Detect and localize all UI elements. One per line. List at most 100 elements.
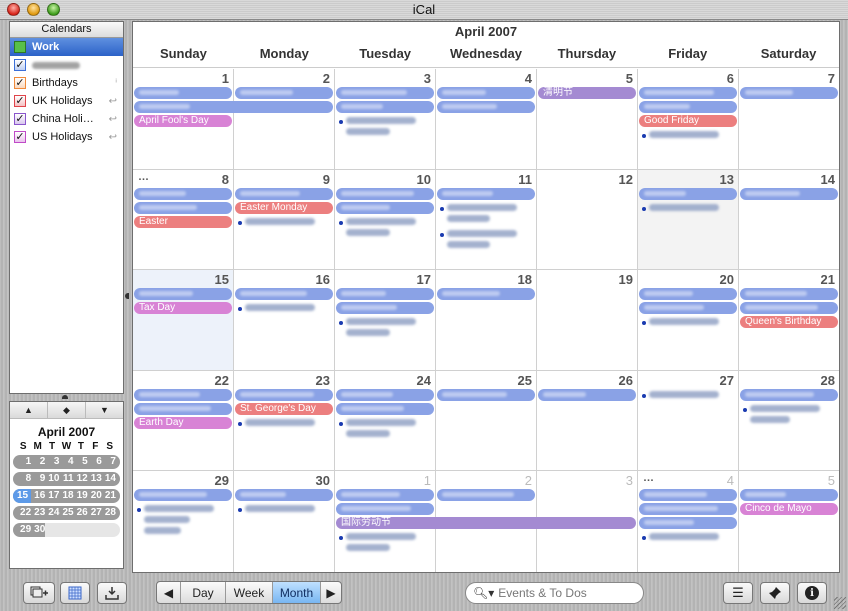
day-cell[interactable]: 13 [638, 169, 739, 270]
sidebar-resize-handle[interactable] [125, 293, 129, 299]
day-cell[interactable]: 4… [638, 471, 739, 572]
all-day-event[interactable] [134, 187, 232, 200]
holiday-event[interactable]: Tax Day [134, 302, 232, 315]
all-day-event[interactable] [639, 101, 737, 113]
all-day-event[interactable] [437, 489, 535, 502]
day-cell[interactable]: 9 Easter Monday [234, 169, 335, 270]
all-day-event[interactable] [437, 187, 535, 200]
timed-event[interactable] [238, 418, 315, 426]
all-day-event[interactable] [134, 288, 232, 301]
all-day-event[interactable] [437, 101, 535, 113]
all-day-event[interactable] [740, 187, 838, 200]
all-day-event[interactable] [134, 489, 232, 502]
holiday-event[interactable]: 国际劳动节 [336, 517, 636, 530]
window-resize-grip[interactable] [834, 597, 846, 609]
day-cell[interactable]: 5 清明节 [537, 69, 638, 169]
timed-event[interactable] [339, 117, 416, 135]
timed-event[interactable] [440, 229, 517, 248]
all-day-event[interactable] [740, 288, 838, 301]
timed-event[interactable] [440, 203, 517, 222]
all-day-event[interactable] [134, 388, 232, 401]
mini-prev-month-button[interactable]: ▲ [10, 402, 48, 418]
day-cell[interactable]: 2 [234, 69, 335, 169]
all-day-event[interactable] [336, 201, 434, 214]
all-day-event[interactable] [336, 489, 434, 502]
all-day-event[interactable] [134, 201, 232, 214]
mini-day[interactable]: 29 [17, 523, 31, 537]
search-icon[interactable]: 🔍︎▾ [473, 586, 494, 600]
mini-day[interactable]: 17 [45, 489, 59, 503]
mini-day[interactable]: 14 [102, 472, 116, 486]
mini-day[interactable]: 12 [74, 472, 88, 486]
timed-event[interactable] [339, 217, 416, 236]
mini-day[interactable]: 28 [102, 506, 116, 520]
day-cell[interactable]: 1 国际劳动节 [335, 471, 636, 572]
calendar-item[interactable]: ✓ UK Holidays ↩ [10, 92, 123, 110]
day-cell[interactable]: 21 Queen's Birthday [739, 270, 839, 370]
day-cell[interactable]: 19 [537, 270, 638, 370]
day-cell[interactable]: 20 [638, 270, 739, 370]
mini-day[interactable]: 30 [31, 523, 45, 537]
day-cell[interactable]: 7 [739, 69, 839, 169]
all-day-event[interactable] [639, 87, 737, 99]
mini-day[interactable]: 19 [74, 489, 88, 503]
timed-event[interactable] [137, 505, 214, 535]
day-cell[interactable]: 5 Cinco de Mayo [739, 471, 839, 572]
all-day-event[interactable] [740, 388, 838, 401]
calendar-checkbox[interactable]: ✓ [14, 95, 26, 107]
mini-day[interactable]: 4 [59, 455, 74, 469]
timed-event[interactable] [642, 131, 719, 138]
tab-day[interactable]: Day [181, 582, 226, 603]
mini-day[interactable]: 21 [102, 489, 116, 503]
calendar-item[interactable]: ✓ China Holi… ↩ [10, 110, 123, 128]
holiday-event[interactable]: Earth Day [134, 416, 232, 429]
show-mini-calendar-button[interactable] [60, 582, 90, 604]
timed-event[interactable] [339, 533, 416, 552]
all-day-event[interactable] [134, 101, 333, 113]
holiday-event[interactable]: Good Friday [639, 115, 737, 127]
calendar-checkbox[interactable]: ✓ [14, 77, 26, 89]
all-day-event[interactable] [740, 302, 838, 315]
all-day-event[interactable] [740, 489, 838, 502]
all-day-event[interactable] [235, 187, 333, 200]
all-day-event[interactable] [639, 503, 737, 516]
mini-day[interactable]: 5 [74, 455, 88, 469]
all-day-event[interactable] [235, 288, 333, 301]
day-cell[interactable]: 30 [234, 471, 335, 572]
close-button[interactable] [7, 3, 20, 16]
mini-next-month-button[interactable]: ▼ [86, 402, 123, 418]
timed-event[interactable] [238, 505, 315, 513]
calendar-checkbox[interactable]: ✓ [14, 59, 26, 71]
all-day-event[interactable] [336, 503, 434, 516]
mini-day[interactable]: 16 [31, 489, 45, 503]
day-cell[interactable]: 10 [335, 169, 436, 270]
day-cell[interactable]: 18 [436, 270, 537, 370]
all-day-event[interactable] [740, 87, 838, 99]
previous-period-button[interactable]: ◀ [157, 582, 181, 603]
mini-day[interactable]: 26 [74, 506, 88, 520]
holiday-event[interactable]: Easter Monday [235, 201, 333, 214]
all-day-event[interactable] [235, 87, 333, 99]
day-cell[interactable]: 6 Good Friday [638, 69, 739, 169]
day-cell[interactable]: 23 St. George's Day [234, 370, 335, 471]
all-day-event[interactable] [437, 87, 535, 99]
day-cell[interactable]: 16 [234, 270, 335, 370]
mini-day[interactable]: 6 [88, 455, 102, 469]
mini-day[interactable]: 9 [31, 472, 46, 486]
all-day-event[interactable] [134, 87, 232, 99]
zoom-button[interactable] [47, 3, 60, 16]
pin-button[interactable] [760, 582, 790, 604]
calendar-item[interactable]: Work [10, 38, 123, 56]
all-day-event[interactable] [336, 302, 434, 315]
next-period-button[interactable]: ▶ [321, 582, 341, 603]
more-events-indicator[interactable]: … [138, 171, 149, 183]
mini-day[interactable]: 11 [59, 472, 74, 486]
mini-day[interactable]: 3 [45, 455, 60, 469]
timed-event[interactable] [238, 304, 315, 312]
day-cell[interactable]: 3 [335, 69, 436, 169]
mini-day[interactable]: 22 [17, 506, 31, 520]
all-day-event[interactable] [336, 87, 434, 99]
day-cell[interactable]: 1 April Fool's Day [133, 69, 333, 169]
timed-event[interactable] [339, 418, 416, 437]
mini-day[interactable]: 1 [17, 455, 32, 469]
